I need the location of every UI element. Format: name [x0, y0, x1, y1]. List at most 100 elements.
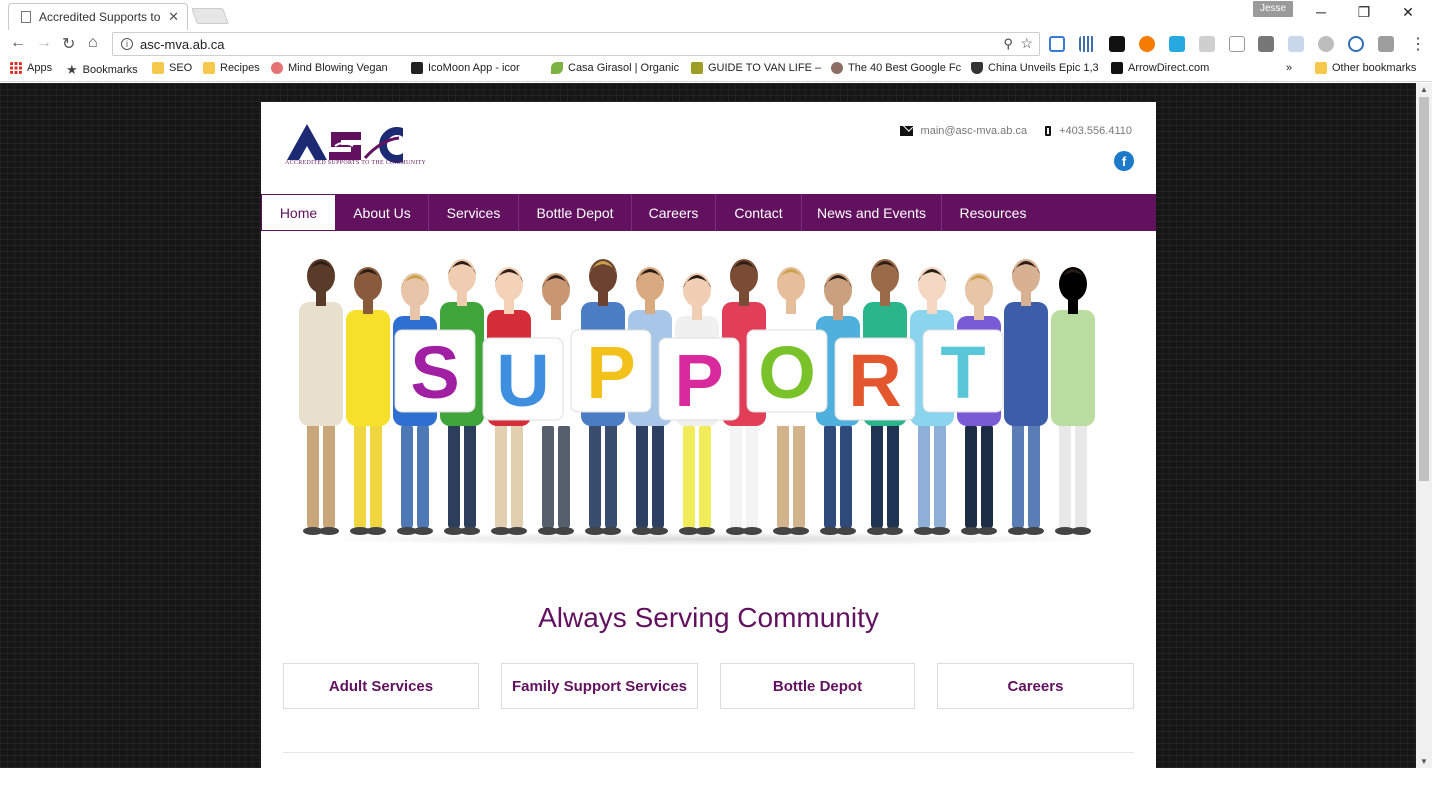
- bookmark-item[interactable]: Casa Girasol | Organic: [551, 62, 679, 74]
- bookmark-item[interactable]: Mind Blowing Vegan: [271, 62, 388, 74]
- person-figure: [1051, 267, 1095, 535]
- extension-square-icon[interactable]: [1109, 36, 1125, 52]
- extension-cloud-icon[interactable]: [1318, 36, 1334, 52]
- star-icon: ★: [66, 62, 78, 77]
- extension-circle-icon[interactable]: [1348, 36, 1364, 52]
- profile-button[interactable]: Jesse: [1253, 1, 1293, 17]
- letter-char: O: [758, 331, 816, 414]
- browser-menu-icon[interactable]: ⋮: [1410, 34, 1426, 54]
- window-bottom: [0, 768, 1432, 805]
- contact-info: main@asc-mva.ab.ca +403.556.4110: [899, 125, 1132, 137]
- extension-translate-icon[interactable]: [1378, 36, 1394, 52]
- new-tab-button[interactable]: [191, 8, 229, 24]
- extension-fire-icon[interactable]: [1139, 36, 1155, 52]
- extension-pages-icon[interactable]: [1229, 36, 1245, 52]
- bookmark-item[interactable]: SEO: [152, 62, 192, 74]
- letter-char: R: [848, 339, 901, 422]
- letter-char: S: [410, 331, 459, 414]
- bookmark-item[interactable]: The 40 Best Google Fc: [831, 62, 961, 74]
- leaf-icon: [551, 62, 563, 74]
- close-window-button[interactable]: ✕: [1393, 4, 1423, 21]
- scroll-thumb[interactable]: [1419, 97, 1429, 481]
- nav-careers[interactable]: Careers: [632, 194, 716, 231]
- family-support-services-button[interactable]: Family Support Services: [501, 663, 698, 709]
- circle-icon: [831, 62, 843, 74]
- folder-icon: [152, 62, 164, 74]
- home-button[interactable]: ⌂: [88, 34, 98, 52]
- other-bookmarks[interactable]: Other bookmarks: [1315, 62, 1416, 74]
- person-figure: [1004, 259, 1048, 535]
- bookmark-item[interactable]: ★ Bookmarks: [66, 62, 138, 78]
- bottle-depot-button[interactable]: Bottle Depot: [720, 663, 915, 709]
- address-bar[interactable]: i asc-mva.ab.ca ⚲ ☆: [112, 32, 1040, 56]
- adult-services-button[interactable]: Adult Services: [283, 663, 479, 709]
- folder-icon: [1315, 62, 1327, 74]
- info-icon[interactable]: i: [121, 38, 133, 50]
- bookmark-star-icon[interactable]: ☆: [1020, 35, 1033, 52]
- extension-pen-icon[interactable]: [1169, 36, 1185, 52]
- service-buttons: Adult Services Family Support Services B…: [283, 663, 1134, 709]
- browser-tab[interactable]: Accredited Supports to t ✕: [8, 3, 188, 30]
- bookmark-item[interactable]: Apps: [10, 62, 52, 74]
- hero-shadow: [311, 532, 1111, 546]
- arrow-logo-icon: [1111, 62, 1123, 74]
- facebook-icon[interactable]: f: [1114, 151, 1134, 171]
- restore-button[interactable]: ❐: [1349, 4, 1379, 21]
- nav-resources[interactable]: Resources: [942, 194, 1044, 231]
- phone-icon: [1045, 126, 1052, 136]
- person-figure: [346, 267, 390, 535]
- zoom-icon[interactable]: ⚲: [1003, 36, 1013, 52]
- nav-contact[interactable]: Contact: [716, 194, 802, 231]
- bookmark-item[interactable]: China Unveils Epic 1,3: [971, 62, 1099, 74]
- bookmark-item[interactable]: Recipes: [203, 62, 260, 74]
- extension-bars-icon[interactable]: [1079, 36, 1095, 52]
- support-group-illustration: SUPPORT: [299, 259, 1095, 535]
- nav-home[interactable]: Home: [261, 194, 336, 231]
- apps-grid-icon: [10, 62, 22, 74]
- browser-toolbar: ← → ↻ ⌂ i asc-mva.ab.ca ⚲ ☆ ⋮: [0, 30, 1432, 58]
- careers-button[interactable]: Careers: [937, 663, 1134, 709]
- nav-bottle-depot[interactable]: Bottle Depot: [519, 194, 632, 231]
- nav-services[interactable]: Services: [429, 194, 519, 231]
- lips-icon: [271, 62, 283, 74]
- back-button[interactable]: ←: [10, 34, 26, 52]
- letter-char: P: [586, 331, 635, 414]
- extension-box-icon[interactable]: [1258, 36, 1274, 52]
- folder-icon: [203, 62, 215, 74]
- extension-screen-icon[interactable]: [1049, 36, 1065, 52]
- bookmark-item[interactable]: GUIDE TO VAN LIFE –: [691, 62, 821, 74]
- extension-scribble-icon[interactable]: [1288, 36, 1304, 52]
- page-scrollbar[interactable]: ▲ ▼: [1416, 83, 1432, 768]
- page-viewport: ACCREDITED SUPPORTS TO THE COMMUNITY mai…: [0, 83, 1416, 768]
- tab-title: Accredited Supports to t: [39, 10, 165, 24]
- scroll-down-icon[interactable]: ▼: [1420, 757, 1428, 766]
- site-container: ACCREDITED SUPPORTS TO THE COMMUNITY mai…: [261, 102, 1156, 768]
- extension-c-icon[interactable]: [1199, 36, 1215, 52]
- letter-char: U: [496, 339, 549, 422]
- email-link[interactable]: main@asc-mva.ab.ca: [921, 125, 1028, 137]
- shield-icon: [971, 62, 983, 74]
- bookmark-item[interactable]: IcoMoon App - icor: [411, 62, 520, 74]
- page-icon: [21, 11, 31, 23]
- scroll-up-icon[interactable]: ▲: [1420, 85, 1428, 94]
- main-nav: Home About Us Services Bottle Depot Care…: [261, 194, 1156, 231]
- letter-char: P: [674, 339, 723, 422]
- person-figure: [299, 259, 343, 535]
- nav-about-us[interactable]: About Us: [336, 194, 429, 231]
- nav-news-and-events[interactable]: News and Events: [802, 194, 942, 231]
- bookmarks-overflow-button[interactable]: »: [1286, 62, 1292, 74]
- letter-char: T: [940, 331, 985, 414]
- reload-button[interactable]: ↻: [62, 34, 75, 54]
- browser-titlebar: Accredited Supports to t ✕ Jesse ─ ❐ ✕: [0, 0, 1432, 30]
- url-text: asc-mva.ab.ca: [140, 36, 225, 52]
- section-heading: Always Serving Community: [538, 602, 879, 633]
- tab-close-icon[interactable]: ✕: [168, 9, 179, 25]
- bookmark-item[interactable]: ArrowDirect.com: [1111, 62, 1209, 74]
- minimize-button[interactable]: ─: [1306, 4, 1336, 20]
- logo-tagline: ACCREDITED SUPPORTS TO THE COMMUNITY: [285, 160, 427, 166]
- forward-button[interactable]: →: [36, 34, 52, 52]
- hero-image: SUPPORT: [291, 250, 1131, 550]
- bookmarks-bar: Apps ★ Bookmarks SEO Recipes Mind Blowin…: [0, 58, 1432, 82]
- phone-number[interactable]: +403.556.4110: [1059, 125, 1132, 137]
- section-divider: [283, 752, 1134, 753]
